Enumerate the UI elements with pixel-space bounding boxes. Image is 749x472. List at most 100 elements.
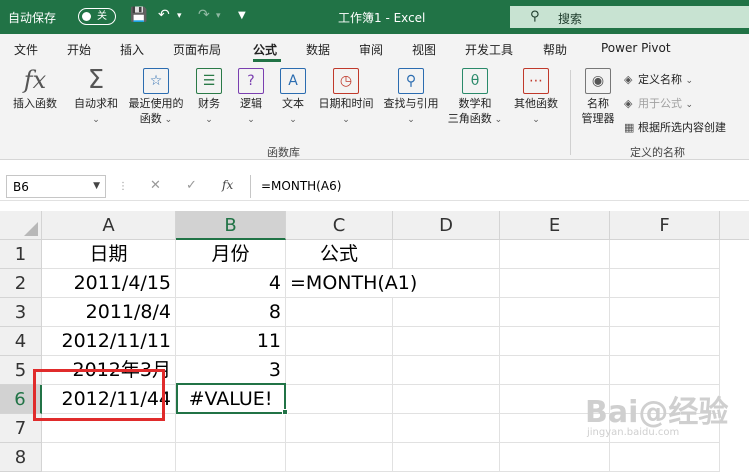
autosave-toggle[interactable]: 关: [78, 8, 116, 25]
cell-c8[interactable]: [286, 443, 393, 472]
math-trig-button[interactable]: θ 数学和 三角函数 ⌄: [444, 68, 506, 128]
spacer: [0, 160, 749, 172]
row-header-3[interactable]: 3: [0, 298, 42, 327]
select-all-corner[interactable]: [0, 211, 42, 240]
column-header-f[interactable]: F: [610, 211, 720, 240]
autosum-button[interactable]: Σ 自动求和 ⌄: [68, 67, 124, 128]
undo-icon[interactable]: ↶: [158, 7, 170, 23]
datetime-button[interactable]: ◷ 日期和时间 ⌄: [314, 68, 378, 128]
cell-e2[interactable]: [500, 269, 610, 298]
use-in-formula-button[interactable]: ◈ 用于公式 ⌄: [624, 95, 693, 111]
cell-c5[interactable]: [286, 356, 393, 385]
magnifier-icon: ⚲: [398, 68, 424, 94]
cell-e3[interactable]: [500, 298, 610, 327]
insert-function-icon[interactable]: fx: [222, 178, 233, 192]
cell-c7[interactable]: [286, 414, 393, 443]
cell-c6[interactable]: [286, 385, 393, 414]
create-from-selection-button[interactable]: ▦ 根据所选内容创建: [624, 119, 726, 135]
cell-d1[interactable]: [393, 240, 500, 269]
tab-view[interactable]: 视图: [412, 41, 436, 58]
redo-dropdown-icon[interactable]: ▾: [216, 11, 221, 21]
column-header-g[interactable]: [720, 211, 749, 240]
row-header-8[interactable]: 8: [0, 443, 42, 472]
cell-b4[interactable]: 11: [176, 327, 286, 356]
row-header-4[interactable]: 4: [0, 327, 42, 356]
cell-c2[interactable]: =MONTH(A1): [286, 269, 417, 298]
question-icon: ?: [238, 68, 264, 94]
tab-formulas[interactable]: 公式: [253, 41, 277, 58]
lookup-button[interactable]: ⚲ 查找与引用 ⌄: [380, 68, 442, 128]
cell-f2[interactable]: [610, 269, 720, 298]
cell-a4[interactable]: 2012/11/11: [42, 327, 176, 356]
more-functions-button[interactable]: ⋯ 其他函数 ⌄: [508, 68, 564, 128]
cell-d6[interactable]: [393, 385, 500, 414]
tab-home[interactable]: 开始: [67, 41, 91, 58]
cell-f4[interactable]: [610, 327, 720, 356]
cell-a8[interactable]: [42, 443, 176, 472]
column-header-d[interactable]: D: [393, 211, 500, 240]
cell-e4[interactable]: [500, 327, 610, 356]
insert-function-button[interactable]: fx 插入函数: [6, 68, 64, 111]
formula-input[interactable]: =MONTH(A6): [250, 175, 749, 198]
cell-d3[interactable]: [393, 298, 500, 327]
tab-data[interactable]: 数据: [306, 41, 330, 58]
ribbon-tabs: 文件 开始 插入 页面布局 公式 数据 审阅 视图 开发工具 帮助 Power …: [0, 34, 749, 62]
cell-c3[interactable]: [286, 298, 393, 327]
customize-toolbar-icon[interactable]: ▼: [238, 10, 246, 21]
create-from-selection-label: 根据所选内容创建: [638, 121, 726, 134]
cell-b3[interactable]: 8: [176, 298, 286, 327]
row-header-2[interactable]: 2: [0, 269, 42, 298]
tab-developer[interactable]: 开发工具: [465, 41, 513, 58]
cell-f3[interactable]: [610, 298, 720, 327]
cell-a1[interactable]: 日期: [42, 240, 176, 269]
column-header-a[interactable]: A: [42, 211, 176, 240]
fill-handle[interactable]: [282, 409, 288, 415]
cell-d7[interactable]: [393, 414, 500, 443]
row-header-1[interactable]: 1: [0, 240, 42, 269]
cell-d5[interactable]: [393, 356, 500, 385]
tab-review[interactable]: 审阅: [359, 41, 383, 58]
cell-d8[interactable]: [393, 443, 500, 472]
name-box[interactable]: B6 ▼: [6, 175, 106, 198]
cell-a2[interactable]: 2011/4/15: [42, 269, 176, 298]
financial-button[interactable]: ☰ 财务 ⌄: [190, 68, 228, 128]
watermark-text: Bai@经验: [585, 395, 729, 430]
cell-e5[interactable]: [500, 356, 610, 385]
cell-d4[interactable]: [393, 327, 500, 356]
column-header-c[interactable]: C: [286, 211, 393, 240]
cell-c1[interactable]: 公式: [286, 240, 393, 269]
cell-b5[interactable]: 3: [176, 356, 286, 385]
column-header-e[interactable]: E: [500, 211, 610, 240]
more-options-icon[interactable]: ⋮: [118, 181, 128, 192]
cell-c4[interactable]: [286, 327, 393, 356]
redo-icon[interactable]: ↷: [198, 7, 210, 23]
chevron-down-icon[interactable]: ▼: [93, 181, 100, 191]
tab-help[interactable]: 帮助: [543, 41, 567, 58]
search-box[interactable]: ⚲ 搜索: [510, 6, 749, 28]
cell-b1[interactable]: 月份: [176, 240, 286, 269]
cell-f5[interactable]: [610, 356, 720, 385]
logical-label: 逻辑: [240, 97, 262, 110]
cell-b2[interactable]: 4: [176, 269, 286, 298]
confirm-icon[interactable]: ✓: [186, 178, 197, 193]
save-icon[interactable]: 💾: [130, 7, 147, 23]
undo-dropdown-icon[interactable]: ▾: [177, 11, 182, 21]
logical-button[interactable]: ? 逻辑 ⌄: [232, 68, 270, 128]
tab-page-layout[interactable]: 页面布局: [173, 41, 221, 58]
recent-functions-button[interactable]: ☆ 最近使用的 函数 ⌄: [124, 68, 188, 128]
cell-a3[interactable]: 2011/8/4: [42, 298, 176, 327]
text-button[interactable]: A 文本 ⌄: [274, 68, 312, 128]
cell-b8[interactable]: [176, 443, 286, 472]
cell-f1[interactable]: [610, 240, 720, 269]
tab-file[interactable]: 文件: [14, 41, 38, 58]
define-name-button[interactable]: ◈ 定义名称 ⌄: [624, 71, 693, 87]
name-manager-button[interactable]: ◉ 名称 管理器: [576, 68, 620, 126]
column-header-b[interactable]: B: [176, 211, 286, 240]
text-label: 文本: [282, 97, 304, 110]
cancel-icon[interactable]: ✕: [150, 178, 161, 193]
cell-d2[interactable]: [393, 269, 500, 298]
tab-power-pivot[interactable]: Power Pivot: [601, 41, 671, 55]
tab-insert[interactable]: 插入: [120, 41, 144, 58]
cell-b7[interactable]: [176, 414, 286, 443]
cell-e1[interactable]: [500, 240, 610, 269]
